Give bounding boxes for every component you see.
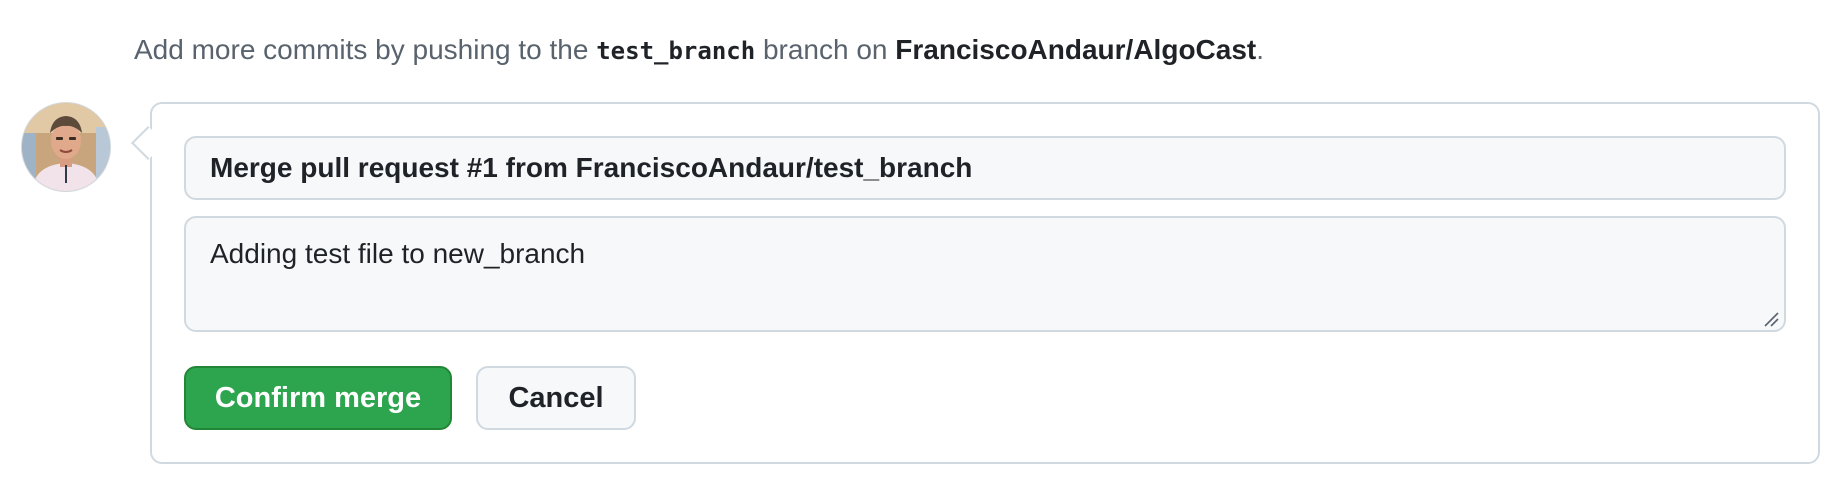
hint-suffix: . <box>1256 34 1265 65</box>
user-avatar[interactable] <box>21 102 111 192</box>
user-avatar-icon <box>22 103 110 191</box>
commit-message-textarea[interactable]: Adding test file to new_branch <box>184 216 1786 332</box>
cancel-button[interactable]: Cancel <box>476 366 636 430</box>
resize-handle-icon[interactable] <box>1762 310 1780 328</box>
hint-prefix: Add more commits by pushing to the <box>134 34 597 65</box>
repository-name: FranciscoAndaur/AlgoCast <box>895 34 1257 65</box>
merge-hint-text: Add more commits by pushing to the test_… <box>134 30 1264 71</box>
commit-title-input[interactable] <box>184 136 1786 200</box>
resize-grip-icon <box>1764 312 1779 327</box>
branch-name: test_branch <box>596 37 756 65</box>
confirm-merge-button[interactable]: Confirm merge <box>184 366 452 430</box>
hint-middle: branch on <box>755 34 896 65</box>
